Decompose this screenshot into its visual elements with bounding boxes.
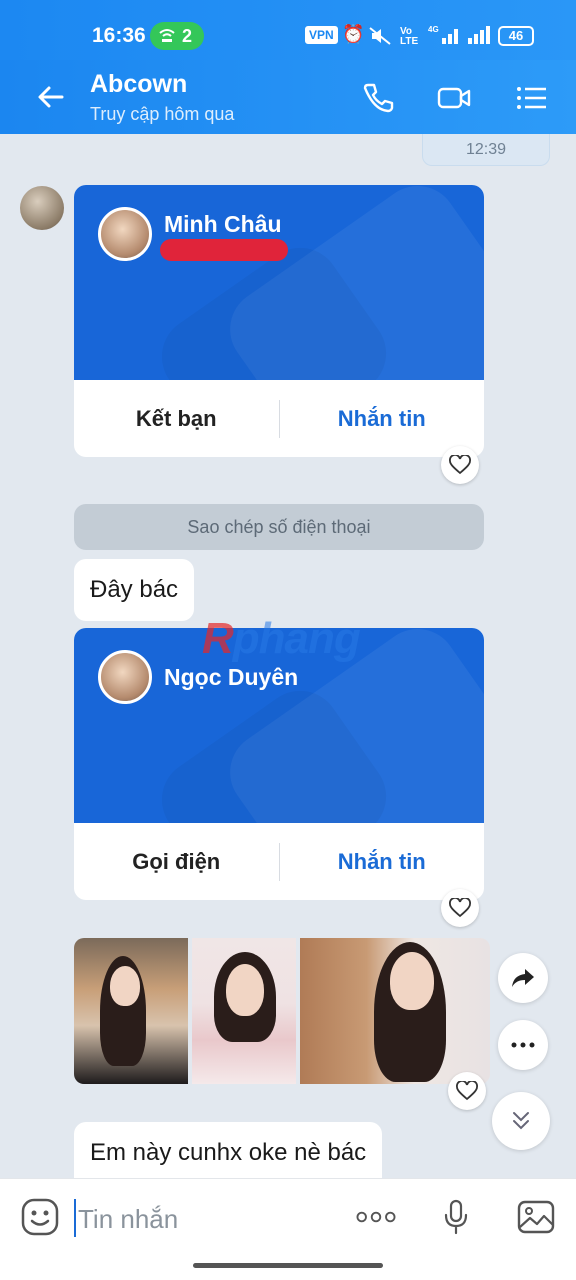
hotspot-count: 2: [182, 26, 193, 46]
status-bar: 16:36 2 VPN ⏰ Vo LTE 4G 46: [0, 0, 576, 60]
watermark-text: phang: [232, 614, 361, 663]
menu-list-icon[interactable]: [514, 80, 550, 116]
more-options-button[interactable]: [498, 1020, 548, 1070]
signal-icon: [468, 26, 490, 44]
status-time: 16:36: [92, 24, 146, 47]
text-caret: [74, 1199, 76, 1237]
message-bubble[interactable]: Đây bác: [74, 559, 195, 621]
nav-area: [0, 1258, 576, 1280]
image-icon: [517, 1200, 555, 1234]
contact-card-name: Minh Châu: [164, 211, 282, 237]
mute-icon: [369, 27, 391, 45]
more-input-options-button[interactable]: [356, 1197, 396, 1237]
alarm-icon: ⏰: [342, 24, 365, 44]
photo-subject: [390, 952, 434, 1010]
hotspot-indicator: 2: [150, 22, 204, 50]
add-friend-button[interactable]: Kết bạn: [74, 406, 279, 432]
contact-card-name: Ngọc Duyên: [164, 664, 299, 690]
react-heart-button[interactable]: [441, 446, 479, 484]
vpn-badge: VPN: [305, 26, 338, 44]
contact-name[interactable]: Abcown: [90, 70, 187, 99]
send-image-button[interactable]: [516, 1197, 556, 1237]
heart-icon: [449, 898, 471, 918]
more-dots-icon: [511, 1042, 535, 1048]
last-seen: Truy cập hôm qua: [90, 104, 235, 124]
call-button[interactable]: Gọi điện: [74, 849, 279, 875]
react-heart-button[interactable]: [441, 889, 479, 927]
signal-4g-icon: 4G: [428, 25, 458, 44]
sender-avatar[interactable]: [20, 186, 64, 230]
contact-avatar[interactable]: [98, 207, 152, 261]
contact-avatar[interactable]: [98, 650, 152, 704]
battery-indicator: 46: [498, 26, 534, 46]
voice-message-button[interactable]: [436, 1197, 476, 1237]
sticker-icon[interactable]: [20, 1197, 60, 1237]
message-button[interactable]: Nhắn tin: [280, 849, 485, 875]
scroll-to-bottom-button[interactable]: [492, 1092, 550, 1150]
double-chevron-down-icon: [513, 1112, 529, 1130]
video-call-icon[interactable]: [436, 80, 472, 116]
microphone-icon: [444, 1199, 468, 1235]
react-heart-button[interactable]: [448, 1072, 486, 1110]
heart-icon: [449, 455, 471, 475]
copy-phone-pill[interactable]: Sao chép số điện thoại: [74, 504, 484, 550]
redaction-mark: [160, 239, 288, 261]
forward-button[interactable]: [498, 953, 548, 1003]
message-input[interactable]: [78, 1201, 338, 1237]
contact-card-actions: Gọi điện Nhắn tin: [74, 823, 484, 900]
photo-subject: [226, 964, 264, 1016]
message-button[interactable]: Nhắn tin: [280, 406, 485, 432]
back-arrow-icon[interactable]: [34, 80, 68, 114]
message-bubble[interactable]: Em này cunhx oke nè bác: [74, 1122, 383, 1178]
message-input-bar: [0, 1178, 576, 1258]
photo-subject: [110, 966, 140, 1006]
home-indicator[interactable]: [193, 1263, 383, 1268]
svg-text:4G: 4G: [428, 25, 439, 34]
contact-card-header: Minh Châu: [74, 185, 484, 380]
photo-thumbnail[interactable]: [192, 938, 296, 1084]
heart-icon: [456, 1081, 478, 1101]
photo-thumbnail[interactable]: [74, 938, 188, 1084]
more-dots-icon: [356, 1211, 396, 1223]
message-timestamp: 12:39: [422, 134, 550, 166]
contact-card-actions: Kết bạn Nhắn tin: [74, 380, 484, 457]
photo-thumbnail[interactable]: [300, 938, 490, 1084]
watermark-r: R: [202, 614, 234, 663]
watermark-logo: Rphang: [202, 614, 361, 664]
phone-call-icon[interactable]: [360, 80, 396, 116]
volte-icon: Vo LTE: [400, 26, 419, 47]
share-arrow-icon: [512, 969, 534, 987]
contact-card[interactable]: Ngọc Duyên Gọi điện Nhắn tin: [74, 628, 484, 900]
chat-header: Abcown Truy cập hôm qua: [0, 60, 576, 134]
contact-card[interactable]: Minh Châu Kết bạn Nhắn tin: [74, 185, 484, 457]
hotspot-icon: [159, 29, 175, 42]
